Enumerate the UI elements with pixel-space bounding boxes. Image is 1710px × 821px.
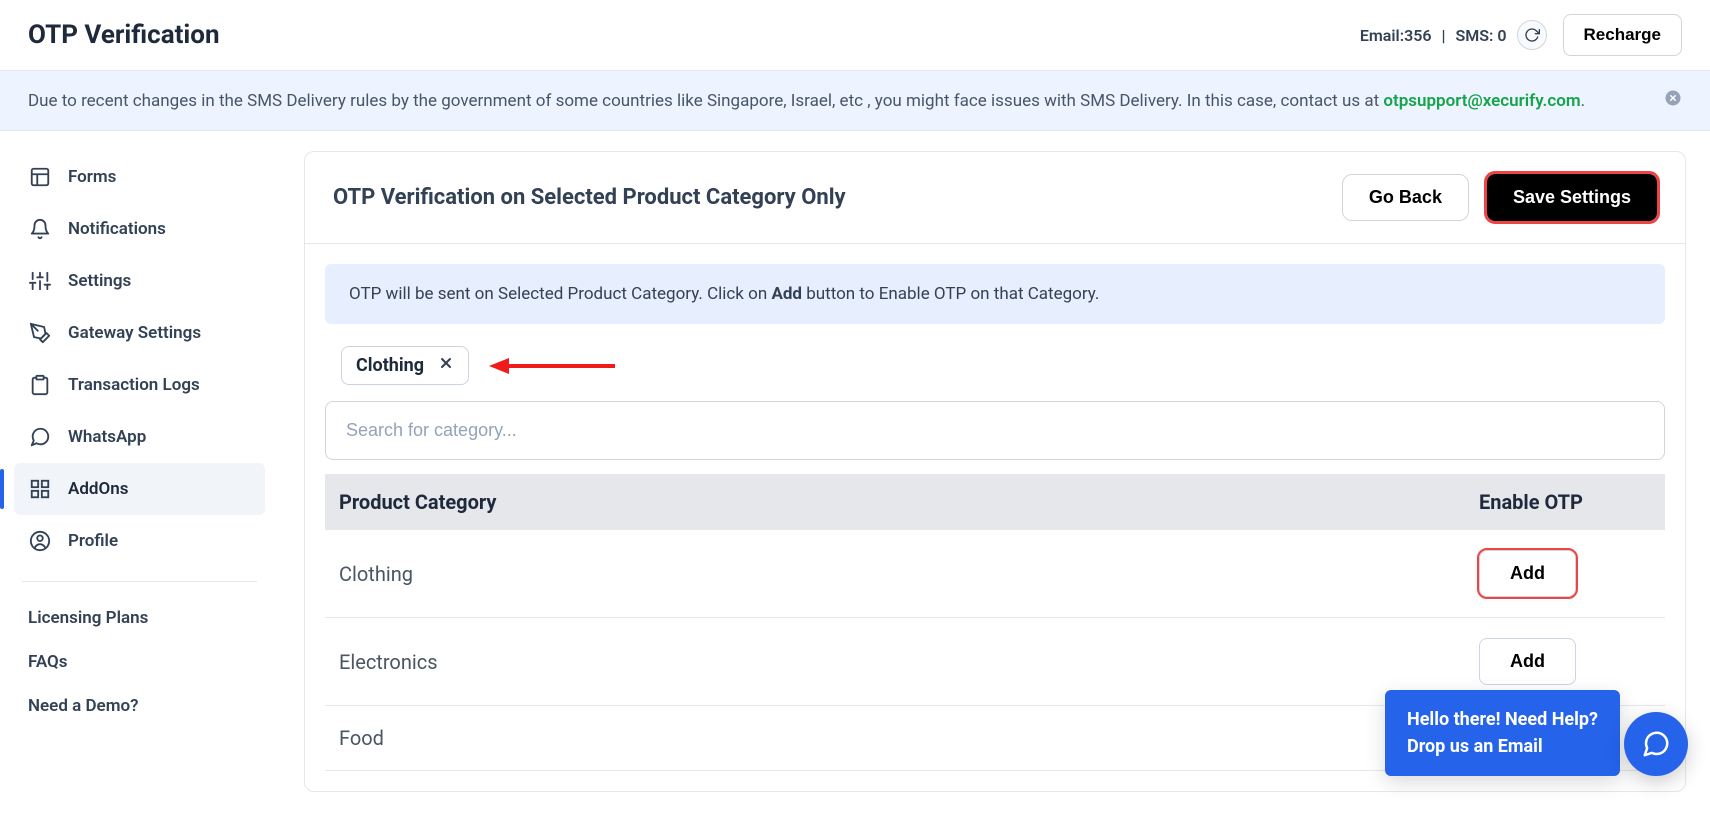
recharge-button[interactable]: Recharge: [1563, 14, 1682, 56]
sidebar-item-gateway-settings[interactable]: Gateway Settings: [14, 307, 265, 359]
save-settings-button[interactable]: Save Settings: [1487, 174, 1657, 221]
sidebar-item-notifications[interactable]: Notifications: [14, 203, 265, 255]
col-enable-otp: Enable OTP: [1465, 474, 1665, 530]
sidebar-item-settings[interactable]: Settings: [14, 255, 265, 307]
help-line2: Drop us an Email: [1407, 733, 1598, 760]
info-text-after: button to Enable OTP on that Category.: [802, 284, 1099, 304]
table-row: Clothing Add: [325, 530, 1665, 618]
sidebar-item-label: AddOns: [68, 479, 128, 499]
sms-credit-label: SMS:: [1456, 26, 1494, 45]
info-banner: Due to recent changes in the SMS Deliver…: [0, 71, 1710, 131]
info-text-before: OTP will be sent on Selected Product Cat…: [349, 284, 771, 304]
category-name: Food: [325, 706, 1465, 771]
sidebar: Forms Notifications Settings Gateway Set…: [0, 131, 280, 821]
credit-sep: |: [1441, 26, 1445, 45]
category-name: Clothing: [325, 530, 1465, 618]
sidebar-item-transaction-logs[interactable]: Transaction Logs: [14, 359, 265, 411]
banner-close-button[interactable]: [1664, 89, 1682, 112]
bell-icon: [28, 217, 52, 241]
add-category-button[interactable]: Add: [1479, 550, 1576, 597]
sidebar-item-label: Transaction Logs: [68, 375, 200, 395]
topbar: OTP Verification Email:356 | SMS: 0 Rech…: [0, 0, 1710, 71]
info-text-bold: Add: [771, 284, 802, 304]
email-credit-label: Email:: [1360, 26, 1404, 45]
sidebar-item-label: Profile: [68, 531, 118, 551]
arrow-left-icon: [487, 356, 617, 376]
chip-remove-button[interactable]: [438, 355, 454, 376]
pen-icon: [28, 321, 52, 345]
banner-text: Due to recent changes in the SMS Deliver…: [28, 91, 1585, 111]
card-title: OTP Verification on Selected Product Cat…: [333, 185, 846, 210]
sliders-icon: [28, 269, 52, 293]
clipboard-icon: [28, 373, 52, 397]
page-title: OTP Verification: [28, 20, 220, 50]
sidebar-item-profile[interactable]: Profile: [14, 515, 265, 567]
arrow-annotation: [487, 356, 617, 376]
sidebar-link-faqs[interactable]: FAQs: [14, 640, 265, 684]
credits-display: Email:356 | SMS: 0: [1360, 20, 1547, 50]
category-search-input[interactable]: [325, 401, 1665, 460]
sms-credit: SMS: 0: [1456, 26, 1507, 45]
card-header: OTP Verification on Selected Product Cat…: [305, 152, 1685, 244]
sidebar-item-label: Forms: [68, 167, 116, 187]
sidebar-link-licensing[interactable]: Licensing Plans: [14, 596, 265, 640]
sidebar-item-addons[interactable]: AddOns: [14, 463, 265, 515]
banner-text-before: Due to recent changes in the SMS Deliver…: [28, 91, 1383, 111]
add-category-button[interactable]: Add: [1479, 638, 1576, 685]
whatsapp-icon: [28, 425, 52, 449]
card-actions: Go Back Save Settings: [1342, 174, 1657, 221]
go-back-button[interactable]: Go Back: [1342, 174, 1469, 221]
sidebar-link-demo[interactable]: Need a Demo?: [14, 684, 265, 728]
sidebar-item-label: Settings: [68, 271, 131, 291]
chat-icon: [1641, 729, 1671, 759]
topbar-right: Email:356 | SMS: 0 Recharge: [1360, 14, 1682, 56]
user-icon: [28, 529, 52, 553]
sms-credit-value: 0: [1497, 26, 1506, 45]
help-tooltip[interactable]: Hello there! Need Help? Drop us an Email: [1385, 690, 1620, 776]
grid-icon: [28, 477, 52, 501]
sidebar-item-label: Gateway Settings: [68, 323, 201, 343]
sidebar-item-label: Notifications: [68, 219, 166, 239]
help-line1: Hello there! Need Help?: [1407, 706, 1598, 733]
chat-fab-button[interactable]: [1624, 712, 1688, 776]
banner-email-link[interactable]: otpsupport@xecurify.com: [1383, 91, 1580, 111]
col-product-category: Product Category: [325, 474, 1465, 530]
refresh-icon: [1524, 27, 1540, 43]
selected-chips-row: Clothing: [325, 324, 1665, 397]
sidebar-item-whatsapp[interactable]: WhatsApp: [14, 411, 265, 463]
layout-icon: [28, 165, 52, 189]
close-icon: [438, 355, 454, 371]
close-circle-icon: [1664, 89, 1682, 107]
email-credit-value: 356: [1404, 26, 1431, 45]
search-wrap: [325, 397, 1665, 474]
category-name: Electronics: [325, 618, 1465, 706]
selected-category-chip: Clothing: [341, 346, 469, 385]
email-credit: Email:356: [1360, 26, 1432, 45]
refresh-button[interactable]: [1517, 20, 1547, 50]
chip-label: Clothing: [356, 355, 424, 376]
sidebar-item-label: WhatsApp: [68, 427, 146, 447]
sidebar-item-forms[interactable]: Forms: [14, 151, 265, 203]
sidebar-divider: [22, 581, 257, 582]
banner-text-after: .: [1581, 91, 1585, 111]
info-box: OTP will be sent on Selected Product Cat…: [325, 264, 1665, 324]
